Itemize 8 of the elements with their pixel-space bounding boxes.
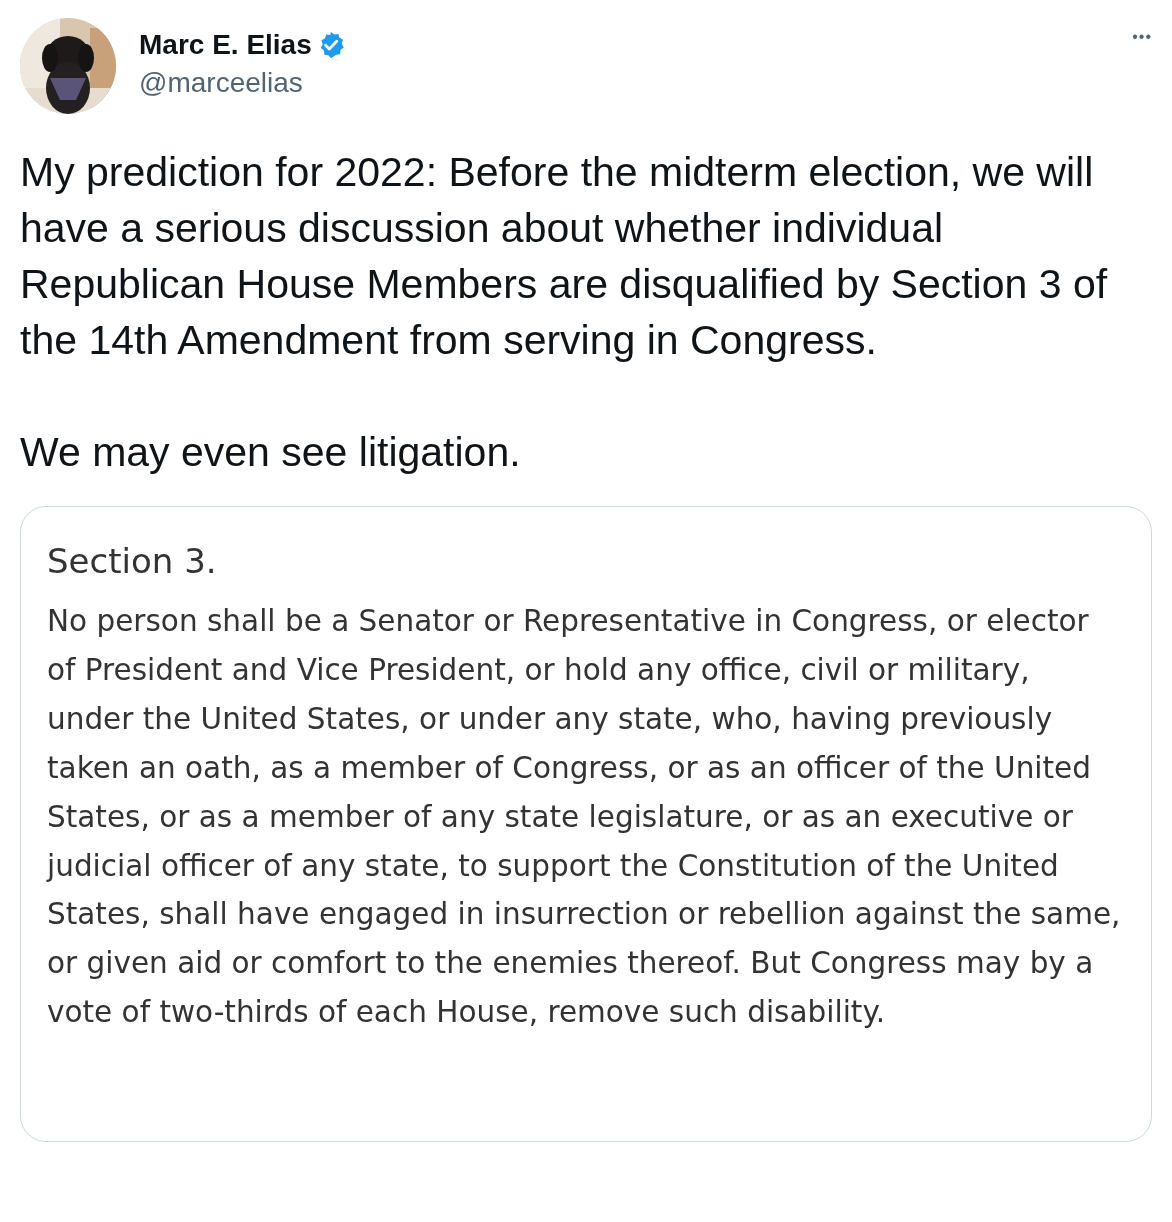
author-name[interactable]: Marc E. Elias bbox=[139, 26, 312, 64]
section-heading: Section 3. bbox=[47, 540, 218, 583]
more-options-icon[interactable]: ••• bbox=[1132, 28, 1152, 46]
tweet-text: We may even see litigation. bbox=[20, 428, 522, 477]
attached-image[interactable] bbox=[20, 506, 1152, 1142]
author-handle[interactable]: @marceelias bbox=[139, 64, 346, 102]
section-text: No person shall be a Senator or Representative in Congress, or elector of President and Vice President, or hold any office, civil or military, under the United States, or under any state, who, having previously taken an oath, as a member of Congress, or as an officer of the United States, or as a member of any state legislature, or as an executive or judicial officer of any state, to support the Constitution of the United States, shall have engaged in insurrection or rebellion against the same, or given aid or comfort to the enemies thereof. But Congress may by a vote of two-thirds of each House, remove such disability. bbox=[47, 603, 1122, 1032]
tweet-text: My prediction for 2022: Before the midterm election, we will have a serious discussion about whether individual Republican House Members are disqualified by Section 3 of the 14th Amendment from serving in Congress. bbox=[20, 148, 1109, 365]
